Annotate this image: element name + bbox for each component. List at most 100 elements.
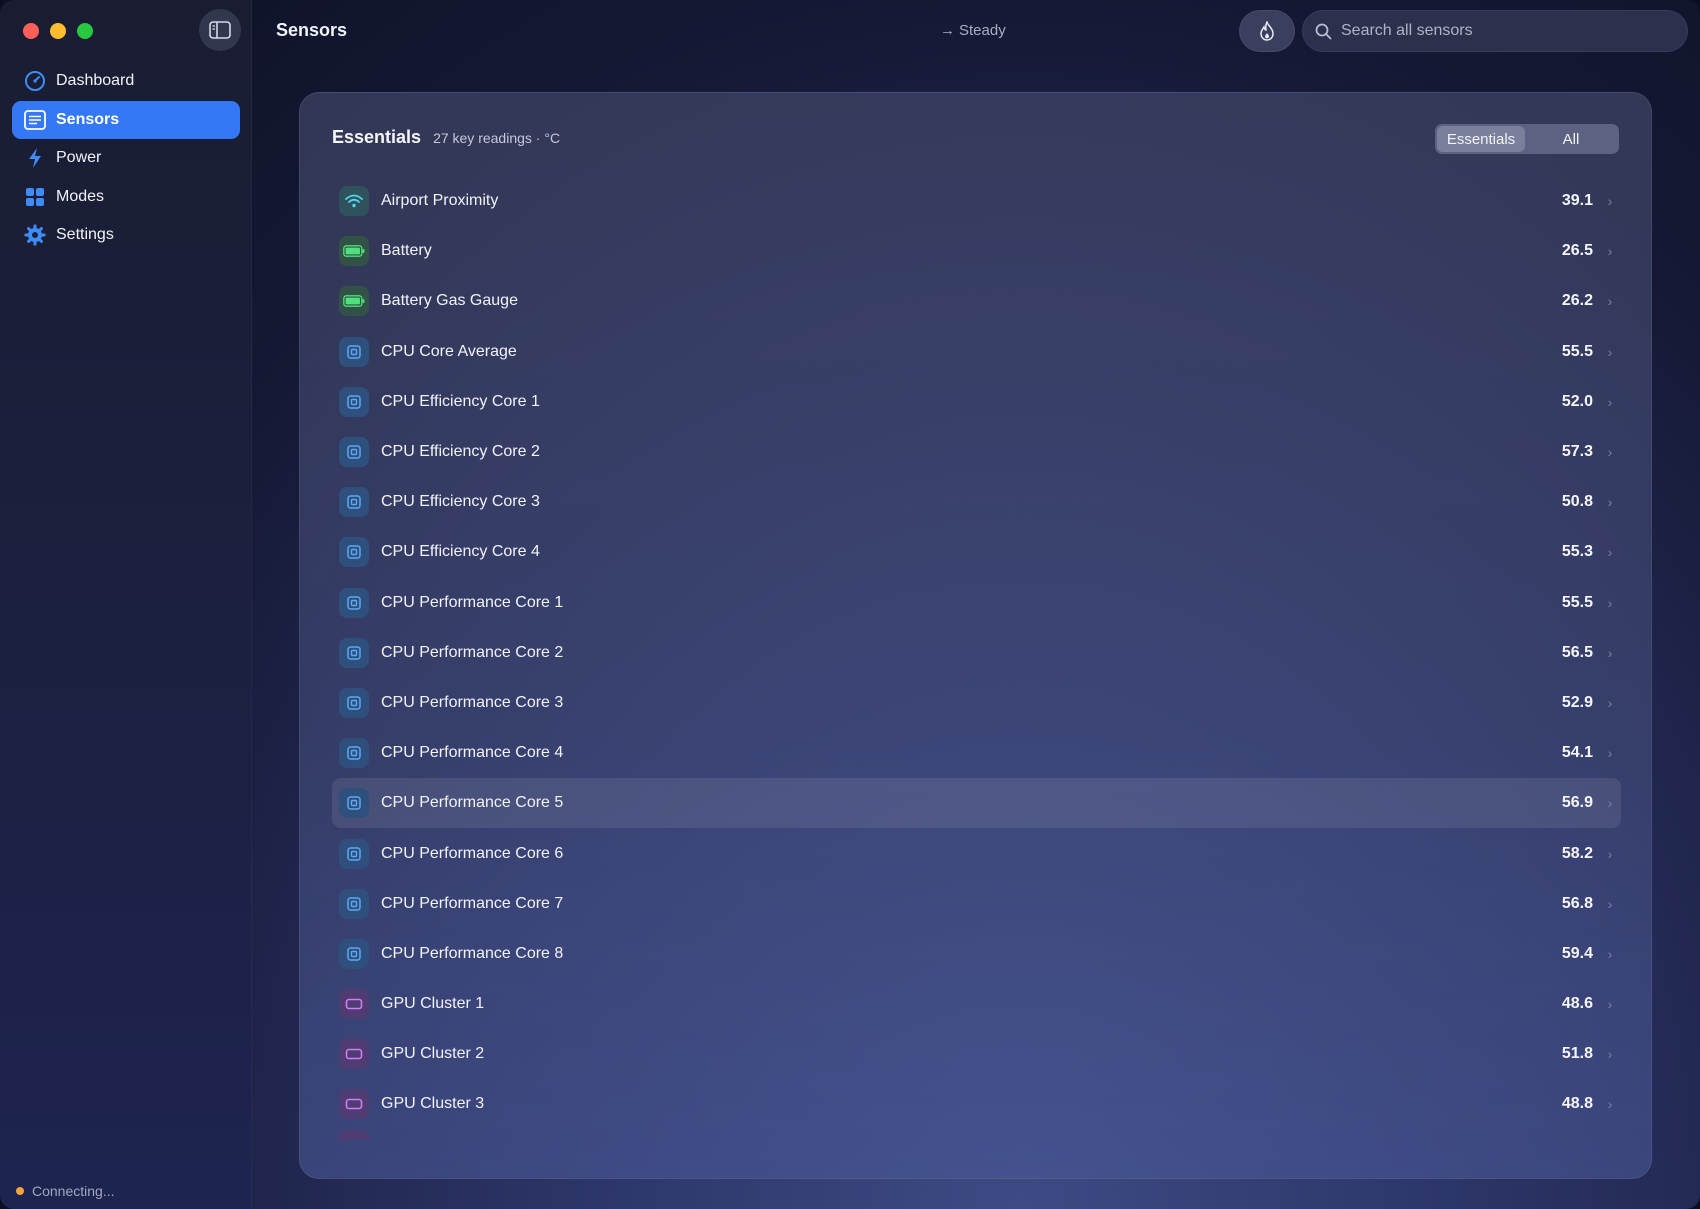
connection-status: Connecting... [16, 1183, 115, 1199]
sidebar-nav: Dashboard Sensors Power Modes Settings [12, 62, 240, 255]
chevron-right-icon: › [1607, 444, 1613, 461]
sensor-row[interactable]: Battery Gas Gauge 26.2 › [332, 276, 1621, 326]
segment-all[interactable]: All [1525, 126, 1617, 152]
gpu-icon [339, 1089, 369, 1120]
chevron-right-icon: › [1607, 544, 1613, 561]
sensor-row[interactable]: CPU Performance Core 7 56.8 › [332, 879, 1621, 929]
trend-label: Steady [959, 22, 1006, 39]
gpu-icon [339, 989, 369, 1020]
sensor-row[interactable]: CPU Efficiency Core 4 55.3 › [332, 527, 1621, 577]
sensor-value: 51.8 [1561, 1045, 1593, 1063]
sidebar-item-label: Dashboard [56, 72, 135, 89]
sidebar-toggle-button[interactable] [199, 9, 241, 51]
sensors-panel: Essentials 27 key readings · °C Essentia… [299, 92, 1652, 1179]
sensor-row[interactable]: GPU Cluster 1 48.6 › [332, 979, 1621, 1029]
sensor-value: 48.8 [1561, 1095, 1593, 1113]
trend-indicator: → Steady [940, 22, 1006, 39]
sensor-row[interactable]: CPU Core Average 55.5 › [332, 327, 1621, 377]
sensor-row[interactable]: CPU Performance Core 8 59.4 › [332, 929, 1621, 979]
status-dot-icon [16, 1187, 24, 1195]
sensor-name: CPU Performance Core 5 [381, 794, 564, 812]
sensor-value: 59.4 [1561, 944, 1593, 962]
sidebar-item-label: Power [56, 149, 102, 166]
sensor-row[interactable]: GPU Cluster 2 51.8 › [332, 1029, 1621, 1079]
sidebar-item-settings[interactable]: Settings [12, 216, 240, 254]
sensor-value: 55.5 [1561, 593, 1593, 611]
connection-status-text: Connecting... [32, 1183, 115, 1199]
minimize-window-button[interactable] [50, 23, 66, 39]
sidebar-item-label: Sensors [56, 110, 120, 128]
panel-subtitle: 27 key readings · °C [433, 130, 561, 146]
sensor-value: 52.0 [1561, 392, 1593, 410]
gauge-icon [24, 70, 46, 92]
flame-icon [1260, 21, 1274, 41]
sensor-row[interactable]: CPU Efficiency Core 2 57.3 › [332, 427, 1621, 477]
gpu-icon [339, 1039, 369, 1070]
chevron-right-icon: › [1607, 945, 1613, 962]
cpu-icon [339, 386, 369, 417]
sidebar-item-label: Modes [56, 187, 105, 205]
sensor-value: 54.1 [1561, 744, 1593, 762]
chevron-right-icon: › [1607, 694, 1613, 711]
chevron-right-icon: › [1607, 594, 1613, 611]
cpu-icon [339, 888, 369, 919]
sensor-row[interactable]: CPU Performance Core 6 58.2 › [332, 828, 1621, 878]
sensor-name: Battery [381, 242, 432, 260]
panel-title: Essentials [332, 127, 422, 147]
grid-icon [24, 186, 46, 208]
sensor-row[interactable]: CPU Efficiency Core 1 52.0 › [332, 377, 1621, 427]
sensor-value: 56.5 [1561, 643, 1593, 661]
chevron-right-icon: › [1607, 1096, 1613, 1113]
sensor-value: 57.3 [1561, 443, 1593, 461]
sensor-value: 55.5 [1561, 342, 1593, 360]
cpu-icon [339, 738, 369, 769]
segment-essentials[interactable]: Essentials [1437, 126, 1525, 152]
sensor-value: 48.6 [1561, 995, 1593, 1013]
chevron-right-icon: › [1607, 895, 1613, 912]
sensor-name: CPU Performance Core 3 [381, 693, 564, 711]
chevron-right-icon: › [1607, 343, 1613, 360]
sensor-row[interactable]: CPU Performance Core 3 52.9 › [332, 678, 1621, 728]
close-window-button[interactable] [23, 23, 39, 39]
chevron-right-icon: › [1607, 745, 1613, 762]
gpu-icon [339, 1129, 369, 1140]
sensor-row[interactable]: CPU Performance Core 4 54.1 › [332, 728, 1621, 778]
sensor-row[interactable]: Airport Proximity 39.1 › [332, 176, 1621, 226]
sensor-name: GPU Cluster 1 [381, 995, 485, 1013]
list-icon [24, 109, 46, 131]
sensor-name: CPU Performance Core 2 [381, 643, 564, 661]
cpu-icon [339, 537, 369, 568]
chevron-right-icon: › [1607, 293, 1613, 310]
cpu-icon [339, 437, 369, 468]
sensor-name: CPU Core Average [381, 342, 517, 360]
sensor-name: CPU Efficiency Core 1 [381, 392, 540, 410]
chevron-right-icon: › [1607, 996, 1613, 1013]
sensor-value: 50.8 [1561, 493, 1593, 511]
app-window: Dashboard Sensors Power Modes Settings C… [0, 0, 1700, 1209]
sensor-row[interactable]: CPU Performance Core 1 55.5 › [332, 578, 1621, 628]
sidebar: Dashboard Sensors Power Modes Settings C… [0, 0, 252, 1209]
sidebar-item-dashboard[interactable]: Dashboard [12, 62, 240, 100]
hot-sensors-button[interactable] [1239, 10, 1295, 52]
chevron-right-icon: › [1607, 193, 1613, 210]
sensor-row[interactable]: GPU Cluster 3 48.8 › [332, 1079, 1621, 1129]
window-controls [23, 23, 93, 39]
sensor-row[interactable]: CPU Performance Core 5 56.9 › [332, 778, 1621, 829]
bolt-icon [24, 147, 46, 169]
view-segmented-control: Essentials All [1435, 124, 1619, 154]
sidebar-item-power[interactable]: Power [12, 139, 240, 177]
sensor-row[interactable]: CPU Efficiency Core 3 50.8 › [332, 477, 1621, 527]
gear-icon [24, 224, 46, 246]
sensor-value: 26.2 [1561, 292, 1593, 310]
sidebar-item-sensors[interactable]: Sensors [12, 100, 240, 139]
sensor-row[interactable]: Battery 26.5 › [332, 226, 1621, 276]
search-input[interactable] [1341, 22, 1661, 40]
sensor-value: 26.5 [1561, 242, 1593, 260]
sensor-name: GPU Cluster 3 [381, 1095, 485, 1113]
sidebar-item-modes[interactable]: Modes [12, 178, 240, 216]
sensor-value: 52.9 [1561, 693, 1593, 711]
sensor-row[interactable]: CPU Performance Core 2 56.5 › [332, 628, 1621, 678]
chevron-right-icon: › [1607, 845, 1613, 862]
zoom-window-button[interactable] [77, 23, 93, 39]
cpu-icon [339, 637, 369, 668]
